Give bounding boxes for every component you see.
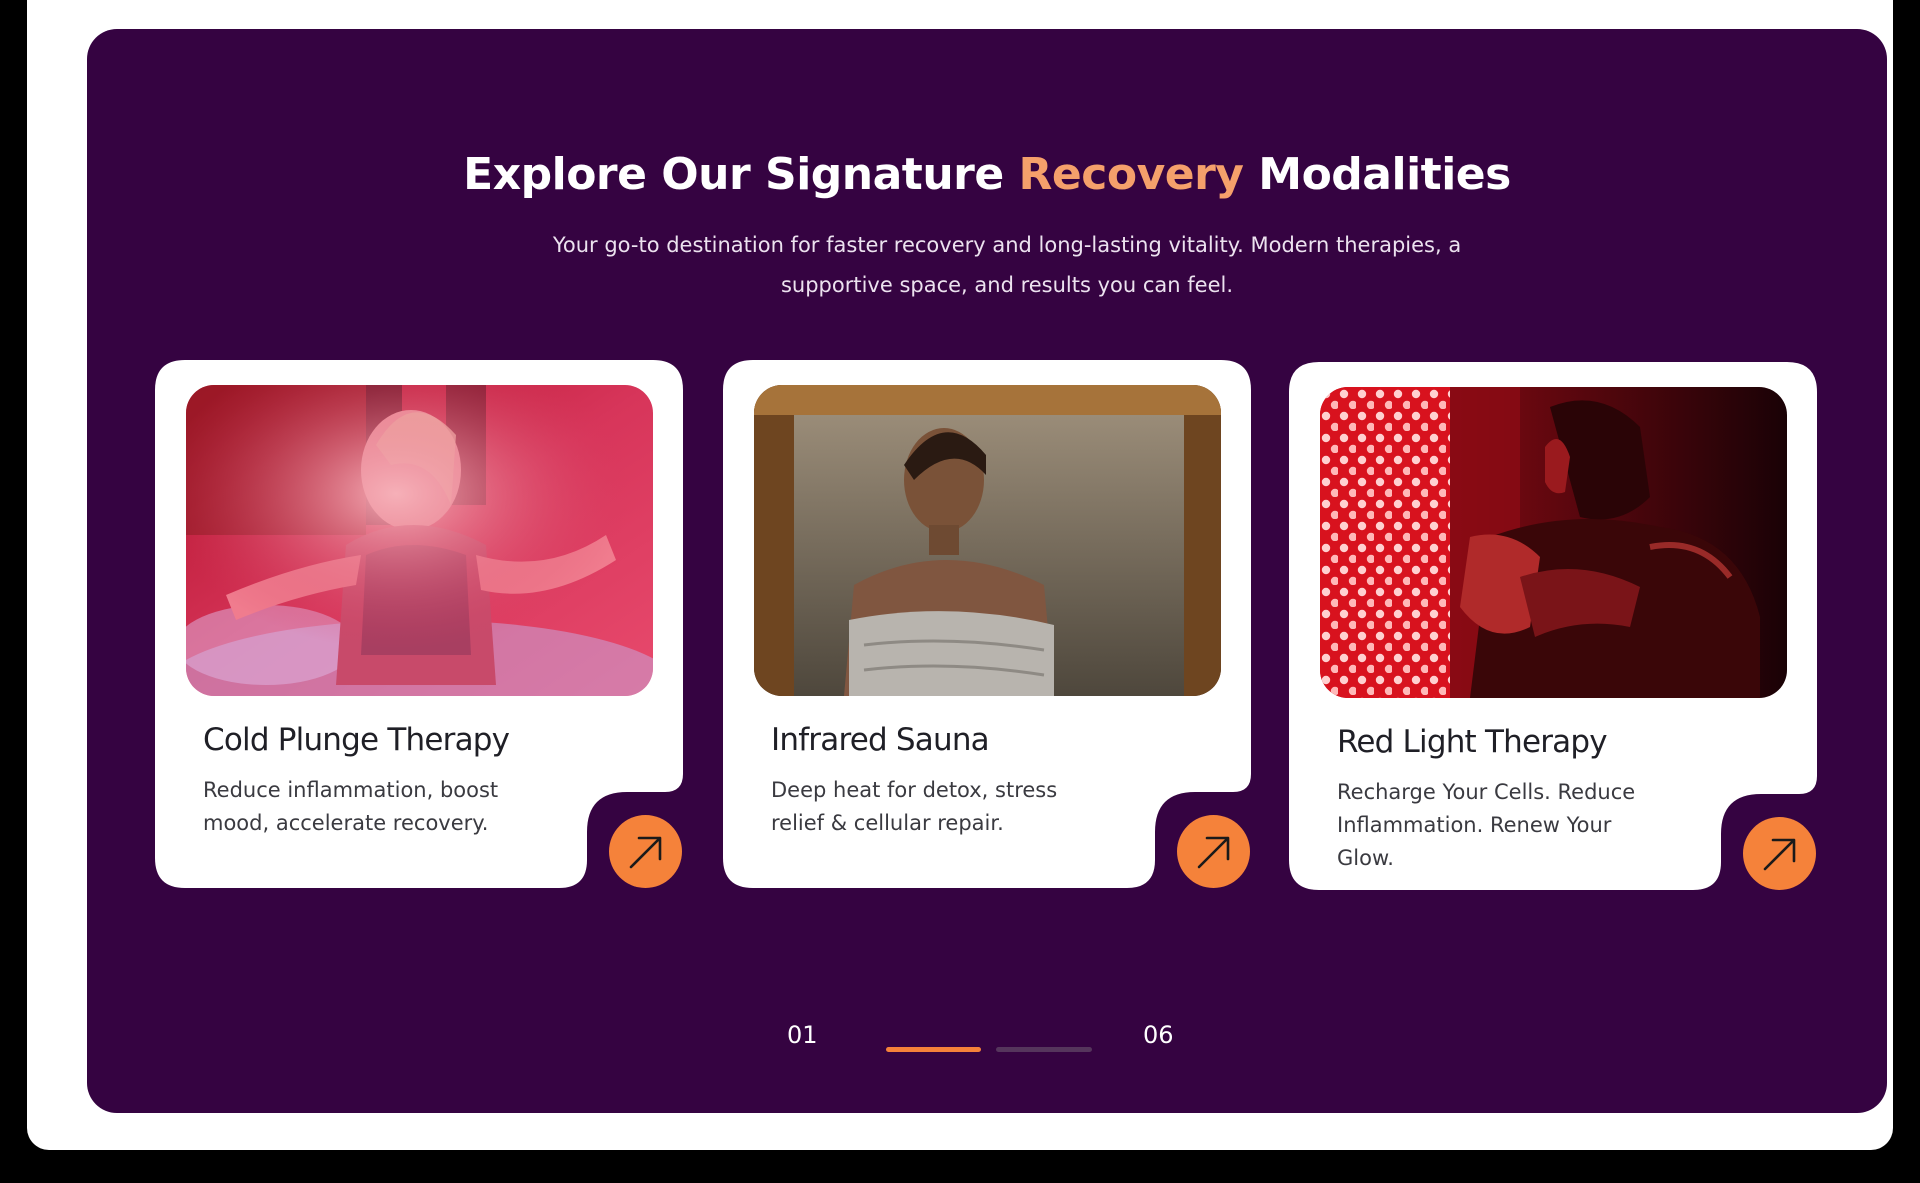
card-image xyxy=(754,385,1221,696)
pager-progress-rest xyxy=(996,1047,1092,1052)
arrow-up-right-icon xyxy=(629,836,662,869)
card-open-button[interactable] xyxy=(1177,815,1250,888)
card-red-light-therapy[interactable]: Red Light Therapy Recharge Your Cells. R… xyxy=(1289,362,1817,890)
card-description: Deep heat for detox, stress relief & cel… xyxy=(771,778,1058,835)
card-image xyxy=(186,385,653,696)
pager-current: 01 xyxy=(787,1021,818,1049)
card-description: Recharge Your Cells. Reduce Inflammation… xyxy=(1337,780,1636,870)
card-open-button[interactable] xyxy=(1743,817,1816,890)
page-frame: Explore Our Signature Recovery Modalitie… xyxy=(27,0,1893,1150)
title-part-1: Explore Our Signature xyxy=(463,149,1004,200)
card-description: Reduce inflammation, boost mood, acceler… xyxy=(203,778,499,835)
card-open-button[interactable] xyxy=(609,815,682,888)
section-subtitle: Your go-to destination for faster recove… xyxy=(552,233,1462,297)
title-part-2: Modalities xyxy=(1258,149,1511,200)
card-title: Infrared Sauna xyxy=(771,722,990,758)
section-title: Explore Our Signature Recovery Modalitie… xyxy=(87,149,1887,200)
title-accent-word: Recovery xyxy=(1018,149,1244,200)
arrow-up-right-icon xyxy=(1763,838,1796,871)
carousel-pager: 01 06 xyxy=(87,1007,1887,1067)
card-image xyxy=(1320,387,1787,698)
pager-progress-fill xyxy=(886,1047,981,1052)
card-cold-plunge[interactable]: Cold Plunge Therapy Reduce inflammation,… xyxy=(155,360,683,888)
card-title: Red Light Therapy xyxy=(1337,724,1608,760)
pager-progress-track[interactable] xyxy=(886,1047,1092,1052)
card-title: Cold Plunge Therapy xyxy=(203,722,510,758)
modalities-section: Explore Our Signature Recovery Modalitie… xyxy=(87,29,1887,1113)
pager-total: 06 xyxy=(1143,1021,1174,1049)
card-infrared-sauna[interactable]: Infrared Sauna Deep heat for detox, stre… xyxy=(723,360,1251,888)
arrow-up-right-icon xyxy=(1197,836,1230,869)
